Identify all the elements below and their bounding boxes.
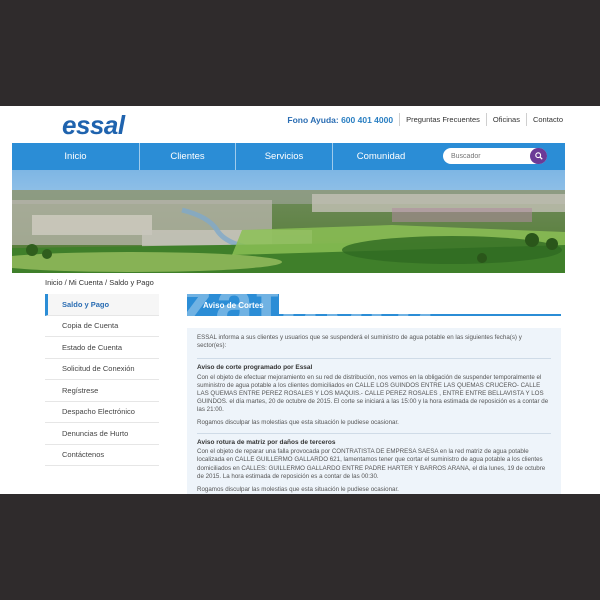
essal-logo[interactable]: essal: [62, 110, 125, 141]
notice-title: Aviso de corte programado por Essal: [197, 364, 313, 372]
link-faq[interactable]: Preguntas Frecuentes: [406, 115, 480, 124]
search-box: [443, 148, 547, 164]
sidebar-item-denuncias-de-hurto[interactable]: Denuncias de Hurto: [45, 423, 159, 445]
notice-item: Aviso de corte programado por Essal Con …: [197, 364, 551, 427]
nav-item-inicio[interactable]: Inicio: [12, 143, 140, 170]
tab-aviso-de-cortes[interactable]: Aviso de Cortes: [187, 294, 279, 316]
link-contact[interactable]: Contacto: [533, 115, 563, 124]
divider: [197, 432, 551, 434]
sidebar-item-solicitud-de-conexion[interactable]: Solicitud de Conexión: [45, 358, 159, 380]
intro-text: ESSAL informa a sus clientes y usuarios …: [197, 334, 522, 350]
aerial-city-photo: [12, 170, 565, 273]
sidebar-item-contactenos[interactable]: Contáctenos: [45, 444, 159, 466]
nav-item-comunidad[interactable]: Comunidad: [333, 143, 429, 170]
help-phone: Fono Ayuda: 600 401 4000: [287, 115, 393, 125]
top-navigation: Fono Ayuda: 600 401 4000 Preguntas Frecu…: [287, 113, 563, 126]
sidebar-item-registrese[interactable]: Regístrese: [45, 380, 159, 402]
banner-image: [12, 170, 565, 273]
divider: [485, 113, 487, 126]
search-button[interactable]: [530, 148, 547, 164]
site-header: essal Fono Ayuda: 600 401 4000 Preguntas…: [0, 106, 600, 142]
notice-title: Aviso rotura de matriz por daños de terc…: [197, 438, 336, 446]
notices-panel: ESSAL informa a sus clientes y usuarios …: [187, 328, 561, 494]
web-page: essal Fono Ayuda: 600 401 4000 Preguntas…: [0, 106, 600, 494]
link-offices[interactable]: Oficinas: [493, 115, 520, 124]
help-number[interactable]: 600 401 4000: [341, 115, 393, 125]
notice-apology: Rogamos disculpar las molestias que esta…: [197, 418, 399, 426]
notice-item: Aviso rotura de matriz por daños de terc…: [197, 439, 551, 494]
notice-body: Con el objeto de reparar una falla provo…: [197, 448, 546, 480]
sidebar-menu: Saldo y Pago Copia de Cuenta Estado de C…: [45, 294, 159, 466]
help-label: Fono Ayuda:: [287, 114, 339, 125]
sidebar-item-copia-de-cuenta[interactable]: Copia de Cuenta: [45, 315, 159, 337]
sidebar-item-despacho-electronico[interactable]: Despacho Electrónico: [45, 401, 159, 423]
notice-body: Con el objeto de efectuar mejoramiento e…: [197, 373, 549, 413]
nav-item-clientes[interactable]: Clientes: [140, 143, 236, 170]
breadcrumb[interactable]: Inicio / Mi Cuenta / Saldo y Pago: [45, 278, 154, 287]
divider: [525, 113, 527, 126]
divider: [197, 358, 551, 360]
sidebar-item-saldo-y-pago[interactable]: Saldo y Pago: [45, 294, 159, 316]
search-icon: [534, 152, 543, 160]
notice-apology: Rogamos disculpar las molestias que esta…: [197, 485, 399, 493]
sidebar-item-estado-de-cuenta[interactable]: Estado de Cuenta: [45, 337, 159, 359]
divider: [399, 113, 401, 126]
nav-item-servicios[interactable]: Servicios: [236, 143, 333, 170]
content-tab-bar: Aviso de Cortes: [187, 294, 561, 316]
search-input[interactable]: [443, 152, 529, 160]
main-navigation: Inicio Clientes Servicios Comunidad: [12, 143, 565, 170]
